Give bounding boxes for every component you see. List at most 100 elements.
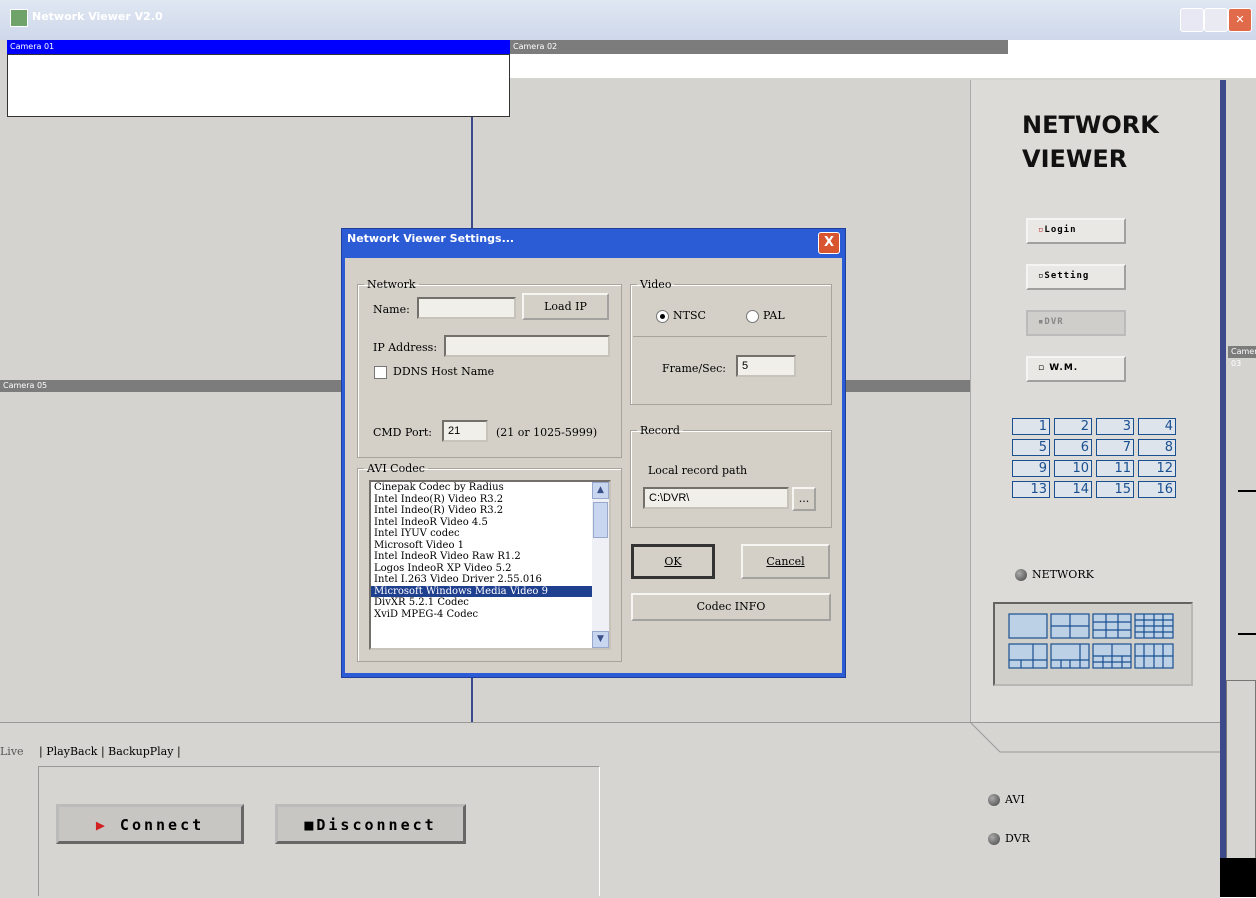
ip-address-input[interactable] (444, 335, 610, 357)
scrollbar-thumb[interactable] (593, 502, 608, 538)
codec-info-button[interactable]: Codec INFO (631, 593, 831, 621)
wm-button[interactable]: ▫ W.M. (1026, 356, 1126, 382)
codec-item-selected[interactable]: Microsoft Windows Media Video 9 (371, 585, 609, 597)
ntsc-radio[interactable] (656, 309, 669, 323)
minimize-button[interactable] (1180, 8, 1204, 32)
codec-list[interactable]: Cinepak Codec by Radius Intel Indeo(R) V… (369, 480, 611, 650)
avi-codec-legend: AVI Codec (367, 462, 425, 475)
pal-radio-row[interactable]: PAL (746, 309, 785, 323)
maximize-button[interactable] (1204, 8, 1228, 32)
channel-6-button[interactable]: 6 (1054, 439, 1092, 456)
window-titlebar (0, 0, 1256, 40)
camera-01-header[interactable]: Camera 01 (7, 40, 510, 54)
codec-item[interactable]: Intel I.263 Video Driver 2.55.016 (371, 574, 609, 586)
record-path-input[interactable] (643, 487, 789, 509)
right-edge-dark (1220, 858, 1256, 897)
ok-button[interactable]: OK (631, 544, 715, 579)
channel-11-button[interactable]: 11 (1096, 460, 1134, 477)
stop-icon: ■ (304, 816, 317, 834)
scroll-up-icon[interactable]: ▲ (592, 482, 609, 499)
camera-02-view[interactable] (510, 54, 1008, 78)
channel-7-button[interactable]: 7 (1096, 439, 1134, 456)
channel-3-button[interactable]: 3 (1096, 418, 1134, 435)
network-legend: Network (367, 278, 416, 291)
pal-radio[interactable] (746, 309, 759, 323)
ntsc-radio-row[interactable]: NTSC (656, 309, 706, 323)
network-viewer-logo: NETWORK VIEWER (1022, 108, 1159, 176)
ddns-checkbox[interactable] (374, 365, 387, 379)
frame-sec-input[interactable] (736, 355, 796, 377)
cmd-port-label: CMD Port: (373, 426, 432, 439)
camera-03-header[interactable]: Camera 03 (1228, 346, 1256, 368)
tab-live[interactable]: Live (0, 745, 24, 758)
play-icon: ▶ (95, 816, 108, 834)
channel-9-button[interactable]: 9 (1012, 460, 1050, 477)
camera-02-header[interactable]: Camera 02 (510, 40, 1008, 54)
network-led-icon (1015, 569, 1027, 581)
name-label: Name: (373, 303, 410, 316)
channel-12-button[interactable]: 12 (1138, 460, 1176, 477)
logo-line-1: NETWORK (1022, 111, 1159, 139)
channel-grid: 1 2 3 4 5 6 7 8 9 10 11 12 13 14 15 16 (1012, 418, 1176, 498)
codec-item[interactable]: Microsoft Video 1 (371, 540, 609, 552)
panel-tick (1238, 633, 1256, 635)
video-legend: Video (640, 278, 672, 291)
channel-13-button[interactable]: 13 (1012, 481, 1050, 498)
codec-item[interactable]: DivXR 5.2.1 Codec (371, 597, 609, 609)
disconnect-button[interactable]: ■Disconnect (275, 804, 466, 844)
layout-1-icon[interactable] (1008, 613, 1048, 639)
channel-15-button[interactable]: 15 (1096, 481, 1134, 498)
channel-1-button[interactable]: 1 (1012, 418, 1050, 435)
video-divider (633, 336, 827, 337)
layout-icons (1008, 613, 1174, 669)
dvr-led-icon (988, 833, 1000, 845)
channel-14-button[interactable]: 14 (1054, 481, 1092, 498)
codec-item[interactable]: Intel Indeo(R) Video R3.2 (371, 505, 609, 517)
avi-led-icon (988, 794, 1000, 806)
layout-9-icon[interactable] (1092, 613, 1132, 639)
app-icon (10, 9, 28, 27)
video-group: Video (630, 278, 832, 405)
codec-item[interactable]: Intel IYUV codec (371, 528, 609, 540)
dvr-button[interactable]: ▪DVR (1026, 310, 1126, 336)
dialog-close-button[interactable]: X (818, 232, 840, 254)
cmd-port-input[interactable] (442, 420, 488, 442)
dvr-status: DVR (988, 832, 1030, 845)
layout-6-icon[interactable] (1008, 643, 1048, 669)
channel-10-button[interactable]: 10 (1054, 460, 1092, 477)
record-legend: Record (640, 424, 680, 437)
camera-empty-area (1008, 40, 1256, 78)
codec-list-scrollbar[interactable]: ▲ ▼ (592, 482, 609, 648)
load-ip-button[interactable]: Load IP (522, 293, 609, 320)
right-edge-panel (1226, 680, 1256, 860)
logo-line-2: VIEWER (1022, 145, 1128, 173)
channel-4-button[interactable]: 4 (1138, 418, 1176, 435)
bottom-tabs: Live | PlayBack | BackupPlay | (0, 745, 181, 758)
channel-8-button[interactable]: 8 (1138, 439, 1176, 456)
codec-item[interactable]: XviD MPEG-4 Codec (371, 609, 609, 621)
browse-button[interactable]: ... (792, 487, 816, 511)
frame-sec-label: Frame/Sec: (662, 362, 727, 375)
codec-item[interactable]: Intel Indeo(R) Video R3.2 (371, 494, 609, 506)
codec-item[interactable]: Cinepak Codec by Radius (371, 482, 609, 494)
tab-backupplay[interactable]: BackupPlay (108, 745, 173, 758)
record-path-label: Local record path (648, 464, 748, 477)
ddns-checkbox-row[interactable]: DDNS Host Name (374, 365, 494, 379)
login-button[interactable]: ▫Login (1026, 218, 1126, 244)
close-button[interactable]: ✕ (1228, 8, 1252, 32)
camera-01-view[interactable] (7, 54, 510, 117)
codec-item[interactable]: Logos IndeoR XP Video 5.2 (371, 563, 609, 575)
channel-5-button[interactable]: 5 (1012, 439, 1050, 456)
scroll-down-icon[interactable]: ▼ (592, 631, 609, 648)
cmd-port-hint: (21 or 1025-5999) (496, 426, 598, 439)
codec-item[interactable]: Intel IndeoR Video Raw R1.2 (371, 551, 609, 563)
channel-16-button[interactable]: 16 (1138, 481, 1176, 498)
name-input[interactable] (417, 297, 516, 319)
connect-button[interactable]: ▶ Connect (56, 804, 244, 844)
channel-2-button[interactable]: 2 (1054, 418, 1092, 435)
cancel-button[interactable]: Cancel (741, 544, 830, 579)
tab-playback[interactable]: PlayBack (46, 745, 97, 758)
codec-item[interactable]: Intel IndeoR Video 4.5 (371, 517, 609, 529)
wm-icon: ▫ (1038, 363, 1050, 373)
setting-button[interactable]: ▫Setting (1026, 264, 1126, 290)
